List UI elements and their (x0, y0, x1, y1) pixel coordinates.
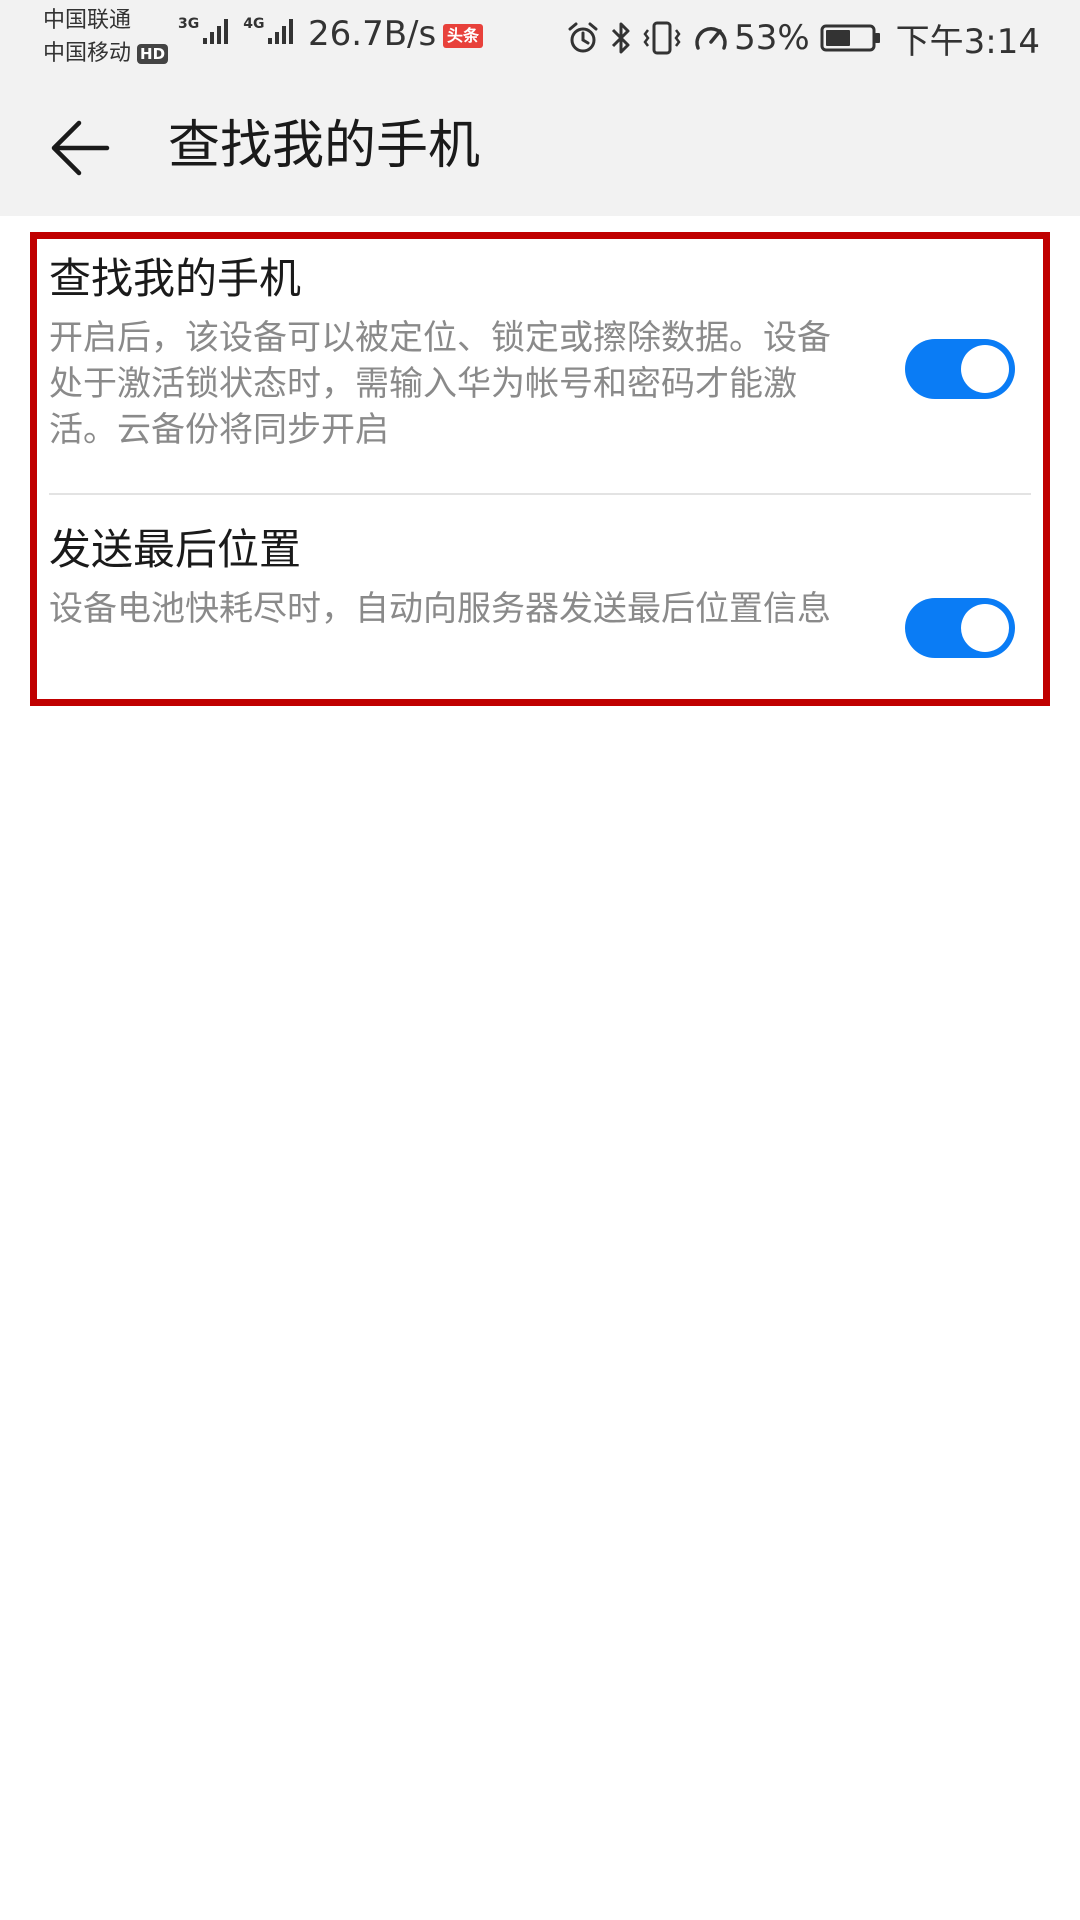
signal-group-2: 4G (243, 16, 296, 46)
news-app-badge: 头条 (443, 24, 484, 48)
app-bar: 查找我的手机 (0, 76, 1080, 216)
setting-send-last-location[interactable]: 发送最后位置 设备电池快耗尽时，自动向服务器发送最后位置信息 (37, 516, 1043, 706)
carrier-2-label: 中国移动 (43, 41, 132, 66)
signal-indicators: 3G 4G (178, 16, 308, 46)
settings-panel: 查找我的手机 开启后，该设备可以被定位、锁定或擦除数据。设备处于激活锁状态时，需… (30, 232, 1050, 706)
setting-title: 发送最后位置 (49, 525, 302, 574)
find-my-phone-toggle[interactable] (905, 339, 1015, 399)
vibrate-icon (642, 20, 682, 56)
setting-description: 设备电池快耗尽时，自动向服务器发送最后位置信息 (49, 589, 831, 629)
setting-find-my-phone[interactable]: 查找我的手机 开启后，该设备可以被定位、锁定或擦除数据。设备处于激活锁状态时，需… (37, 249, 1043, 514)
signal-group-1: 3G (178, 16, 231, 46)
signal-strength-icon (203, 19, 229, 44)
setting-title: 查找我的手机 (49, 254, 302, 303)
status-bar: 中国联通 中国移动 HD 3G 4G 26.7B/s 头条 53% 下午3:14 (0, 0, 1080, 76)
network-type-2: 4G (243, 16, 265, 32)
battery-icon (820, 23, 882, 53)
network-type-1: 3G (178, 16, 200, 32)
hd-badge: HD (137, 43, 169, 64)
send-last-location-toggle[interactable] (905, 598, 1015, 658)
network-speed: 26.7B/s (308, 14, 437, 54)
divider (49, 493, 1031, 495)
toggle-knob (961, 345, 1009, 393)
battery-percent: 53% (734, 18, 810, 58)
speed-boost-icon (692, 20, 730, 56)
arrow-left-icon (51, 120, 110, 176)
bluetooth-icon (610, 20, 632, 56)
signal-strength-icon (268, 19, 294, 44)
setting-description: 开启后，该设备可以被定位、锁定或擦除数据。设备处于激活锁状态时，需输入华为帐号和… (49, 318, 831, 450)
carrier-info: 中国联通 中国移动 HD (43, 4, 169, 70)
clock: 下午3:14 (895, 21, 1040, 62)
carrier-1-label: 中国联通 (43, 8, 132, 33)
status-right-group: 53% 下午3:14 (556, 14, 1040, 62)
back-button[interactable] (40, 108, 120, 188)
page-title: 查找我的手机 (168, 116, 481, 176)
toggle-knob (961, 604, 1009, 652)
alarm-icon (566, 21, 600, 55)
